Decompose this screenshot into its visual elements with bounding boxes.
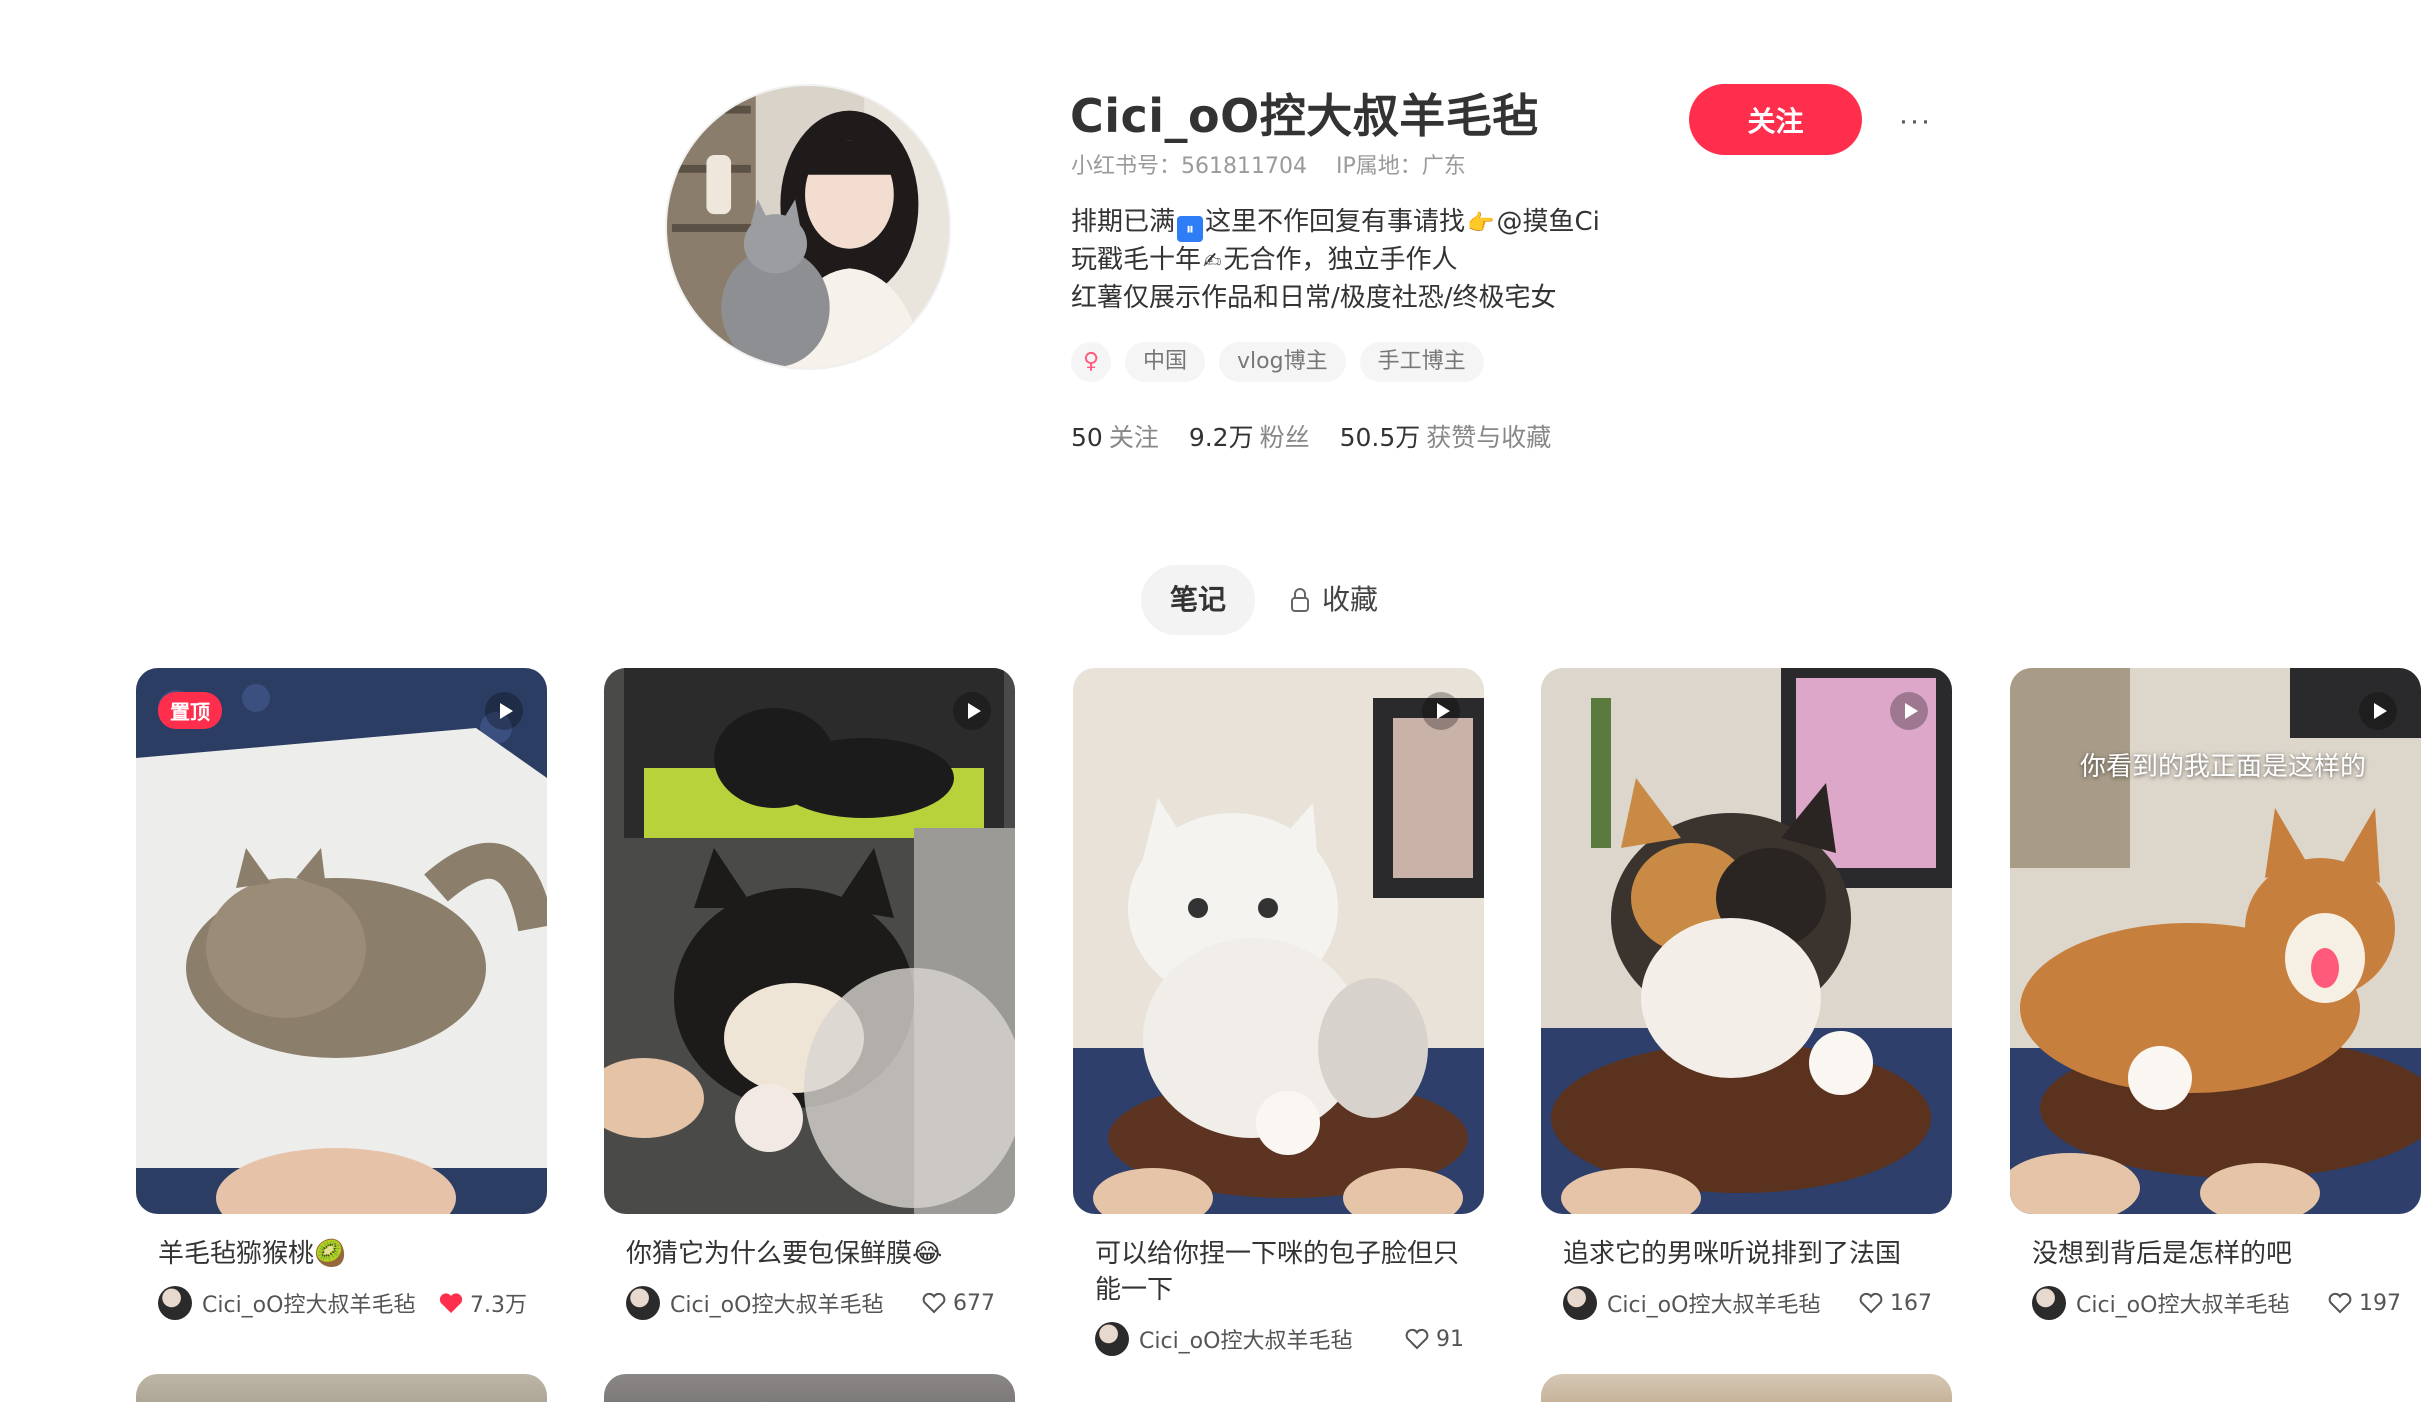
author-avatar bbox=[1563, 1286, 1597, 1320]
note-author[interactable]: Cici_oO控大叔羊毛毡 bbox=[626, 1286, 883, 1320]
cover-image bbox=[1073, 668, 1484, 1214]
profile-meta: 小红书号：561811704 IP属地：广东 bbox=[1071, 148, 1488, 180]
note-footer: Cici_oO控大叔羊毛毡 677 bbox=[626, 1286, 995, 1320]
author-avatar bbox=[626, 1286, 660, 1320]
heart-outline-icon bbox=[1405, 1328, 1429, 1350]
like-button[interactable]: 91 bbox=[1404, 1327, 1464, 1352]
tab-collect[interactable]: 收藏 bbox=[1286, 565, 1378, 635]
note-card[interactable]: 可以给你捏一下咪的包子脸但只能一下 Cici_oO控大叔羊毛毡 91 bbox=[1073, 668, 1484, 1356]
video-play-icon bbox=[1890, 692, 1928, 730]
note-card[interactable]: 追求它的男咪听说排到了法国 Cici_oO控大叔羊毛毡 167 bbox=[1541, 668, 1952, 1320]
like-button[interactable]: 167 bbox=[1858, 1291, 1932, 1316]
stat-likes-collects[interactable]: 50.5万 获赞与收藏 bbox=[1340, 418, 1552, 454]
note-author[interactable]: Cici_oO控大叔羊毛毡 bbox=[2032, 1286, 2289, 1320]
bio-line-3: 红薯仅展示作品和日常/极度社恐/终极宅女 bbox=[1071, 283, 1557, 313]
tab-collect-label: 收藏 bbox=[1322, 583, 1379, 616]
author-avatar bbox=[2032, 1286, 2066, 1320]
tag-vlog: vlog博主 bbox=[1219, 342, 1346, 382]
note-title[interactable]: 追求它的男咪听说排到了法国 bbox=[1563, 1236, 1932, 1272]
author-name: Cici_oO控大叔羊毛毡 bbox=[202, 1293, 416, 1318]
profile-stats: 50 关注 9.2万 粉丝 50.5万 获赞与收藏 bbox=[1071, 418, 1551, 454]
profile-name: Cici_oO控大叔羊毛毡 bbox=[1070, 89, 1539, 143]
note-cover[interactable] bbox=[1541, 668, 1952, 1214]
video-play-icon bbox=[953, 692, 991, 730]
video-play-icon bbox=[2359, 692, 2397, 730]
cover-image bbox=[136, 668, 547, 1214]
note-cover[interactable]: 置顶 bbox=[136, 668, 547, 1214]
author-avatar bbox=[1095, 1322, 1129, 1356]
note-card[interactable]: 你猜它为什么要包保鲜膜😂 Cici_oO控大叔羊毛毡 677 bbox=[604, 668, 1015, 1320]
note-footer: Cici_oO控大叔羊毛毡 91 bbox=[1095, 1322, 1464, 1356]
note-cover[interactable] bbox=[1073, 668, 1484, 1214]
cover-image bbox=[604, 668, 1015, 1214]
ip-location: IP属地：广东 bbox=[1335, 154, 1466, 179]
heart-outline-icon bbox=[1859, 1292, 1883, 1314]
note-cover-partial[interactable] bbox=[136, 1374, 547, 1402]
note-footer: Cici_oO控大叔羊毛毡 197 bbox=[2032, 1286, 2401, 1320]
gender-female-icon: ♀ bbox=[1071, 342, 1111, 382]
avatar-photo bbox=[667, 86, 949, 368]
note-card[interactable]: 你看到的我正面是这样的 没想到背后是怎样的吧 Cici_oO控大叔羊毛毡 197 bbox=[2010, 668, 2421, 1320]
note-title[interactable]: 可以给你捏一下咪的包子脸但只能一下 bbox=[1095, 1236, 1464, 1308]
follow-button[interactable]: 关注 bbox=[1689, 84, 1862, 155]
stat-fans[interactable]: 9.2万 粉丝 bbox=[1189, 418, 1310, 454]
cover-image bbox=[1541, 668, 1952, 1214]
tag-craft: 手工博主 bbox=[1359, 342, 1484, 382]
author-avatar bbox=[158, 1286, 192, 1320]
pause-emoji-icon: ⏸ bbox=[1177, 216, 1204, 242]
author-name: Cici_oO控大叔羊毛毡 bbox=[1139, 1329, 1353, 1354]
note-cover[interactable]: 你看到的我正面是这样的 bbox=[2010, 668, 2421, 1214]
lock-icon bbox=[1291, 588, 1309, 612]
note-author[interactable]: Cici_oO控大叔羊毛毡 bbox=[1095, 1322, 1352, 1356]
profile-page: Cici_oO控大叔羊毛毡 小红书号：561811704 IP属地：广东 关注 … bbox=[0, 0, 2434, 1402]
bio-line-1: 排期已满 ⏸ 这里不作回复有事请找👉@摸鱼Ci bbox=[1071, 204, 1600, 242]
like-count: 677 bbox=[953, 1290, 995, 1316]
stat-following[interactable]: 50 关注 bbox=[1071, 418, 1159, 454]
author-name: Cici_oO控大叔羊毛毡 bbox=[2076, 1293, 2290, 1318]
note-title[interactable]: 你猜它为什么要包保鲜膜😂 bbox=[626, 1236, 995, 1272]
like-button[interactable]: 197 bbox=[2327, 1291, 2401, 1316]
more-options-icon[interactable]: ··· bbox=[1890, 96, 1940, 146]
heart-outline-icon bbox=[2328, 1292, 2352, 1314]
bio-line-2: 玩戳毛十年✍无合作，独立手作人 bbox=[1071, 242, 1600, 280]
author-name: Cici_oO控大叔羊毛毡 bbox=[1607, 1293, 1821, 1318]
note-footer: Cici_oO控大叔羊毛毡 7.3万 bbox=[158, 1286, 527, 1320]
profile-bio: 排期已满 ⏸ 这里不作回复有事请找👉@摸鱼Ci 玩戳毛十年✍无合作，独立手作人 红薯… bbox=[1071, 204, 1600, 316]
pointing-hand-icon: 👉 bbox=[1467, 211, 1495, 236]
like-button[interactable]: 677 bbox=[921, 1291, 995, 1316]
note-author[interactable]: Cici_oO控大叔羊毛毡 bbox=[158, 1286, 415, 1320]
tag-region: 中国 bbox=[1125, 342, 1206, 382]
note-title[interactable]: 没想到背后是怎样的吧 bbox=[2032, 1236, 2401, 1272]
note-card[interactable]: 置顶 羊毛毡猕猴桃🥝 Cici_oO控大叔羊毛毡 7.3万 bbox=[136, 668, 547, 1320]
note-cover[interactable] bbox=[604, 668, 1015, 1214]
video-play-icon bbox=[1422, 692, 1460, 730]
profile-tags: ♀ 中国 vlog博主 手工博主 bbox=[1071, 342, 1484, 382]
bio-mention[interactable]: @摸鱼Ci bbox=[1496, 207, 1599, 237]
like-count: 91 bbox=[1436, 1326, 1464, 1352]
like-button[interactable]: 7.3万 bbox=[438, 1287, 527, 1319]
note-footer: Cici_oO控大叔羊毛毡 167 bbox=[1563, 1286, 1932, 1320]
author-name: Cici_oO控大叔羊毛毡 bbox=[670, 1293, 884, 1318]
heart-outline-icon bbox=[922, 1292, 946, 1314]
cover-caption: 你看到的我正面是这样的 bbox=[2080, 752, 2367, 782]
like-count: 167 bbox=[1890, 1290, 1932, 1316]
pinned-badge: 置顶 bbox=[158, 692, 222, 729]
writing-hand-icon: ✍ bbox=[1203, 249, 1222, 274]
profile-avatar[interactable] bbox=[665, 84, 951, 370]
note-cover-partial[interactable] bbox=[1541, 1374, 1952, 1402]
note-author[interactable]: Cici_oO控大叔羊毛毡 bbox=[1563, 1286, 1820, 1320]
heart-filled-icon bbox=[439, 1293, 463, 1313]
tab-notes[interactable]: 笔记 bbox=[1141, 565, 1255, 635]
video-play-icon bbox=[485, 692, 523, 730]
xiaohongshu-id: 小红书号：561811704 bbox=[1071, 154, 1307, 179]
like-count: 197 bbox=[2359, 1290, 2401, 1316]
like-count: 7.3万 bbox=[470, 1293, 527, 1318]
note-title[interactable]: 羊毛毡猕猴桃🥝 bbox=[158, 1236, 527, 1272]
note-cover-partial[interactable] bbox=[604, 1374, 1015, 1402]
